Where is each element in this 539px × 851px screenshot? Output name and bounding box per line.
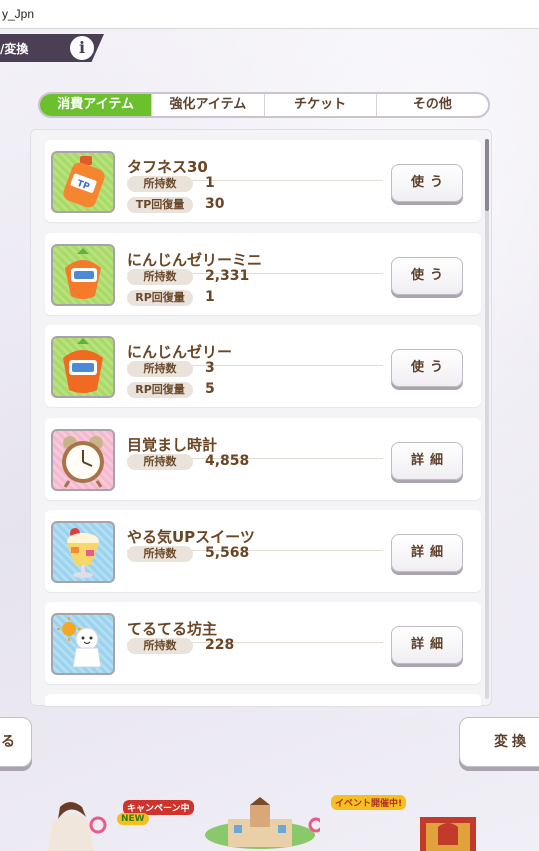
gacha-gate-icon	[420, 817, 476, 851]
school-building-icon	[205, 797, 324, 849]
details-button[interactable]: 詳細	[391, 442, 463, 480]
horse-girl-icon	[48, 802, 107, 851]
item-name: やる気UPスイーツ	[127, 528, 255, 546]
nav-home[interactable]	[200, 795, 324, 851]
tab-consumables[interactable]: 消費アイテム	[40, 94, 152, 116]
tab-other[interactable]: その他	[375, 94, 488, 116]
list-item: 目覚まし時計 所持数 4,858 詳細	[45, 418, 481, 500]
nav-story[interactable]: キャンペーン中 NEW	[115, 795, 195, 851]
use-button[interactable]: 使う	[391, 164, 463, 202]
item-name: 目覚まし時計	[127, 436, 218, 454]
stat-value: 5	[205, 381, 215, 397]
nav-gacha[interactable]	[412, 795, 484, 851]
page-title: /変換	[0, 42, 29, 56]
details-button[interactable]: 詳細	[391, 626, 463, 664]
stat-label: RP回復量	[127, 382, 193, 398]
stat-label: 所持数	[127, 454, 193, 470]
list-item: やる気UPスイーツ 所持数 5,568 詳細	[45, 510, 481, 592]
item-name: てるてる坊主	[127, 620, 218, 638]
convert-button[interactable]: 変換	[459, 717, 539, 767]
info-button[interactable]: i	[68, 34, 96, 62]
stat-value: 3	[205, 360, 215, 376]
nav-training[interactable]	[38, 795, 108, 851]
tab-enhancement[interactable]: 強化アイテム	[151, 94, 263, 116]
item-name: にんじんゼリーミニ	[127, 251, 263, 269]
stat-label: 所持数	[127, 269, 193, 285]
item-name: にんじんゼリー	[127, 343, 233, 361]
stat-label: TP回復量	[127, 197, 193, 213]
use-button[interactable]: 使う	[391, 349, 463, 387]
stat-value: 30	[205, 196, 225, 212]
item-category-tabs: 消費アイテム 強化アイテム チケット その他	[38, 92, 490, 118]
list-item: にんじんゼリー 所持数 3 RP回復量 5 使う	[45, 325, 481, 407]
nav-race[interactable]: イベント開催中!	[327, 795, 407, 851]
scrollbar-thumb[interactable]	[485, 139, 489, 211]
carrot-jelly-icon	[51, 336, 115, 398]
teru-teru-bozu-icon	[51, 613, 115, 675]
stat-label: 所持数	[127, 638, 193, 654]
stat-label: 所持数	[127, 176, 193, 192]
stat-value: 4,858	[205, 453, 250, 469]
stat-value: 1	[205, 175, 215, 191]
stat-value: 1	[205, 289, 215, 305]
list-item-partial	[45, 694, 481, 706]
stat-value: 5,568	[205, 545, 250, 561]
info-icon: i	[78, 38, 86, 57]
stat-label: 所持数	[127, 546, 193, 562]
scrollbar-track[interactable]	[485, 139, 489, 699]
window-title: y_Jpn	[2, 7, 35, 21]
tp-bottle-icon: TP	[51, 151, 115, 213]
use-button[interactable]: 使う	[391, 257, 463, 295]
details-button[interactable]: 詳細	[391, 534, 463, 572]
list-item: てるてる坊主 所持数 228 詳細	[45, 602, 481, 684]
new-badge: NEW	[117, 813, 149, 825]
tab-tickets[interactable]: チケット	[263, 94, 376, 116]
carrot-jelly-mini-icon	[51, 244, 115, 306]
bottom-navigation: キャンペーン中 NEW イベント開催中!	[0, 795, 539, 851]
list-item: にんじんゼリーミニ 所持数 2,331 RP回復量 1 使う	[45, 233, 481, 315]
stat-value: 2,331	[205, 268, 250, 284]
stat-label: RP回復量	[127, 290, 193, 306]
item-name: タフネス30	[127, 158, 208, 176]
parfait-icon	[51, 521, 115, 583]
list-item: TP タフネス30 所持数 1 TP回復量 30 使う	[45, 140, 481, 222]
alarm-clock-icon	[51, 429, 115, 491]
stat-label: 所持数	[127, 361, 193, 377]
window-titlebar: y_Jpn	[0, 0, 539, 29]
event-badge: イベント開催中!	[331, 795, 407, 810]
back-button[interactable]: る	[0, 717, 32, 767]
stat-value: 228	[205, 637, 235, 653]
